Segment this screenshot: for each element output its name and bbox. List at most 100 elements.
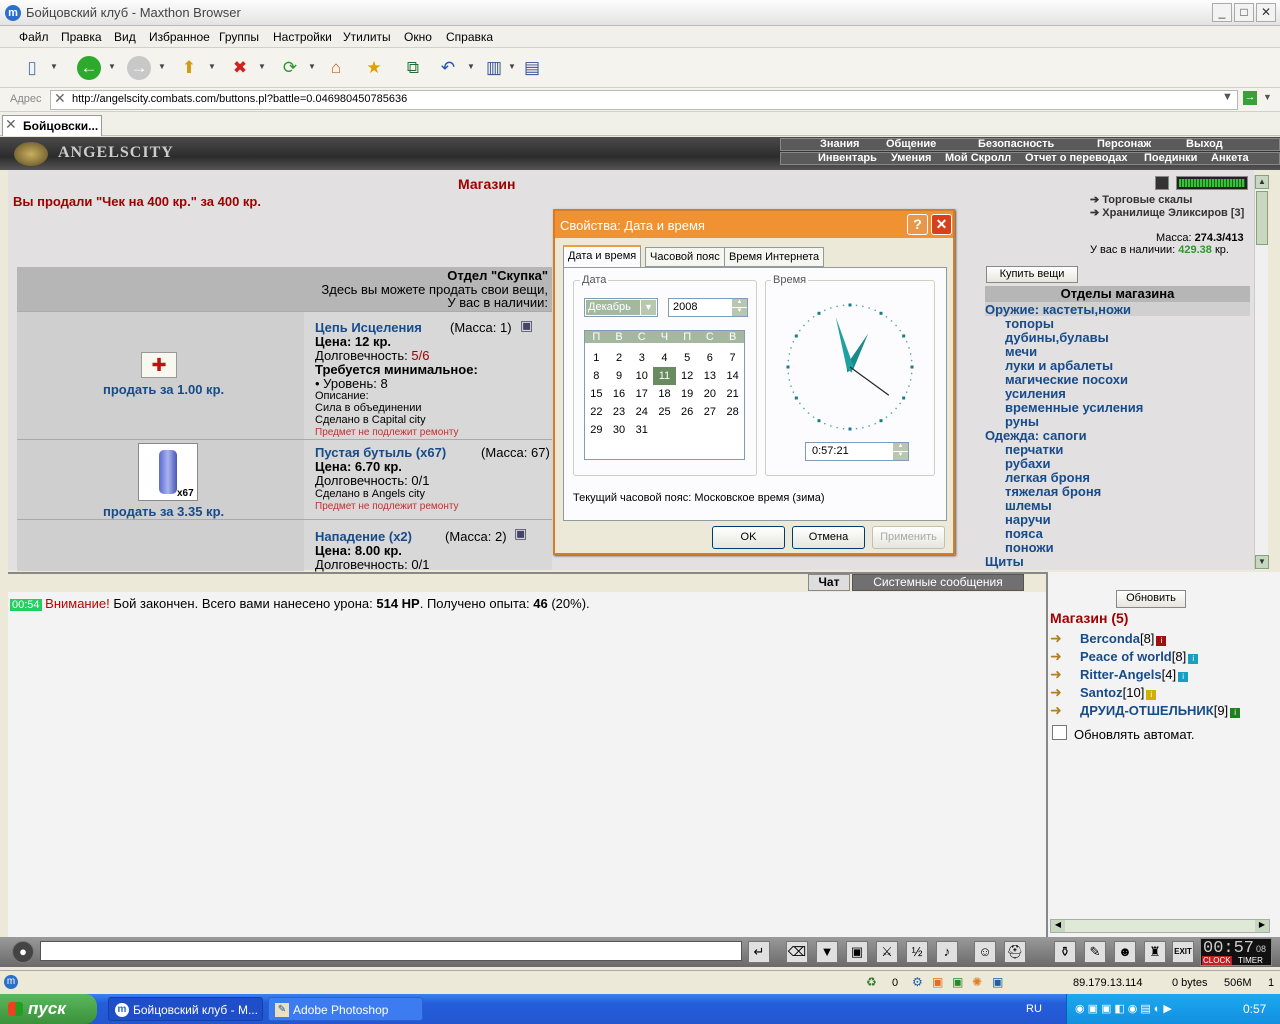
tab-timezone[interactable]: Часовой пояс [645, 247, 725, 267]
smiley-icon[interactable]: ☺ [974, 941, 996, 963]
flash-icon[interactable]: ▣ [952, 975, 963, 989]
clock-label[interactable]: CLOCK [1202, 956, 1232, 965]
calendar-day[interactable]: 12 [676, 367, 699, 385]
nav-security[interactable]: Безопасность [978, 138, 1054, 151]
timer-label[interactable]: TIMER [1237, 956, 1264, 965]
calendar-day[interactable]: 27 [699, 403, 722, 421]
close-button[interactable]: ✕ [1256, 3, 1276, 22]
calendar-day[interactable]: 16 [608, 385, 631, 403]
department-item[interactable]: временные усиления [985, 400, 1250, 415]
inventory-icon[interactable]: ⚱ [1054, 941, 1076, 963]
department-item[interactable]: магические посохи [985, 372, 1250, 387]
save-icon[interactable]: ▣ [846, 941, 868, 963]
sun-icon[interactable]: ✺ [972, 975, 982, 989]
chat-input[interactable] [40, 941, 742, 961]
scroll-up-icon[interactable]: ▲ [1255, 175, 1269, 189]
year-down-icon[interactable]: ▼ [732, 308, 747, 316]
calendar-day[interactable]: 14 [721, 367, 744, 385]
battle-icon[interactable]: ⚔ [876, 941, 898, 963]
address-dropdown-icon[interactable]: ▼ [1222, 91, 1233, 103]
menu-file[interactable]: Файл [19, 30, 49, 44]
go-dropdown-icon[interactable]: ▼ [1263, 92, 1272, 102]
stop-icon[interactable]: ✖ [228, 56, 252, 80]
undo-icon[interactable]: ↶ [436, 56, 460, 80]
nav-character[interactable]: Персонаж [1097, 138, 1151, 151]
minimize-button[interactable]: _ [1212, 3, 1232, 22]
department-item[interactable]: перчатки [985, 442, 1250, 457]
calendar-day[interactable]: 28 [721, 403, 744, 421]
user-name[interactable]: Ritter-Angels [1080, 667, 1162, 682]
auto-refresh-checkbox[interactable] [1052, 725, 1067, 740]
up-icon[interactable]: ⬆ [177, 56, 201, 80]
user-info-icon[interactable]: i [1156, 636, 1167, 646]
language-indicator[interactable]: RU [1026, 1003, 1042, 1015]
cancel-button[interactable]: Отмена [792, 526, 865, 549]
private-message-icon[interactable]: ➜ [1050, 666, 1080, 683]
eraser-icon[interactable]: ⌫ [786, 941, 808, 963]
nav-skills[interactable]: Умения [891, 152, 931, 165]
calendar-day[interactable]: 17 [630, 385, 653, 403]
calendar-day[interactable]: 25 [653, 403, 676, 421]
department-header[interactable]: Оружие: кастеты,ножи [985, 302, 1250, 317]
send-icon[interactable]: ↵ [748, 941, 770, 963]
maximize-button[interactable]: □ [1234, 3, 1254, 22]
department-item[interactable]: усиления [985, 386, 1250, 401]
refresh-icon[interactable]: ⟳ [278, 56, 302, 80]
calendar-day[interactable]: 9 [608, 367, 631, 385]
apply-button[interactable]: Применить [872, 526, 945, 549]
item-name[interactable]: Нападение (x2) [315, 529, 412, 544]
menu-window[interactable]: Окно [404, 30, 432, 44]
user-info-icon[interactable]: i [1188, 654, 1199, 664]
start-button[interactable]: пуск [0, 994, 97, 1024]
time-up-icon[interactable]: ▲ [893, 443, 908, 451]
link-elixirs[interactable]: ➔ Хранилище Эликсиров [3] [1090, 206, 1244, 219]
proxy-icon[interactable]: ⚙ [912, 975, 923, 989]
nav-profile[interactable]: Анкета [1211, 152, 1249, 165]
calendar-day[interactable]: 20 [699, 385, 722, 403]
system-messages-tab[interactable]: Системные сообщения [852, 574, 1024, 591]
group-icon[interactable]: ♜ [1144, 941, 1166, 963]
task-browser[interactable]: m Бойцовский клуб - M... [108, 997, 263, 1021]
calendar-day[interactable]: 1 [585, 349, 608, 367]
calendar-day[interactable]: 24 [630, 403, 653, 421]
user-info-icon[interactable]: i [1230, 708, 1241, 718]
calendar-day[interactable]: 4 [653, 349, 676, 367]
calendar-day[interactable]: 11 [653, 367, 676, 385]
sound-icon[interactable]: ♪ [936, 941, 958, 963]
scroll-down-icon[interactable]: ▼ [1255, 555, 1269, 569]
calendar-day[interactable]: 15 [585, 385, 608, 403]
private-message-icon[interactable]: ➜ [1050, 702, 1080, 719]
scroll-right-icon[interactable]: ▶ [1255, 920, 1269, 932]
calendar-day[interactable]: 30 [608, 421, 631, 439]
user-info-icon[interactable]: i [1178, 672, 1189, 682]
buy-items-button[interactable]: Купить вещи [986, 266, 1078, 283]
calendar-day[interactable]: 13 [699, 367, 722, 385]
scroll-icon[interactable]: ✎ [1084, 941, 1106, 963]
page-status-icon[interactable]: ▣ [992, 975, 1003, 989]
month-select[interactable]: Декабрь ▼ [584, 298, 658, 317]
department-item[interactable]: топоры [985, 316, 1250, 331]
user-info-icon[interactable]: i [1146, 690, 1157, 700]
menu-settings[interactable]: Настройки [273, 30, 332, 44]
calendar-day[interactable]: 21 [721, 385, 744, 403]
dialog-close-button[interactable]: ✕ [931, 214, 952, 235]
ok-button[interactable]: OK [712, 526, 785, 549]
time-down-icon[interactable]: ▼ [893, 452, 908, 460]
department-item[interactable]: дубины,булавы [985, 330, 1250, 345]
private-message-icon[interactable]: ➜ [1050, 648, 1080, 665]
calendar-day[interactable]: 29 [585, 421, 608, 439]
forward-icon[interactable]: → [127, 56, 151, 80]
calendar-day[interactable]: 10 [630, 367, 653, 385]
year-up-icon[interactable]: ▲ [732, 299, 747, 307]
sell-link[interactable]: продать за 1.00 кр. [103, 382, 224, 397]
calendar-day[interactable]: 23 [608, 403, 631, 421]
calendar-day[interactable]: 19 [676, 385, 699, 403]
menu-view[interactable]: Вид [114, 30, 136, 44]
home-icon[interactable]: ⌂ [324, 56, 348, 80]
menu-edit[interactable]: Правка [61, 30, 102, 44]
task-photoshop[interactable]: ✎ Adobe Photoshop [268, 997, 423, 1021]
browser-tab[interactable]: Бойцовски... [2, 115, 102, 136]
user-name[interactable]: ДРУИД-ОТШЕЛЬНИК [1080, 703, 1214, 718]
menu-favorites[interactable]: Избранное [149, 30, 210, 44]
tab-internet-time[interactable]: Время Интернета [724, 247, 825, 267]
